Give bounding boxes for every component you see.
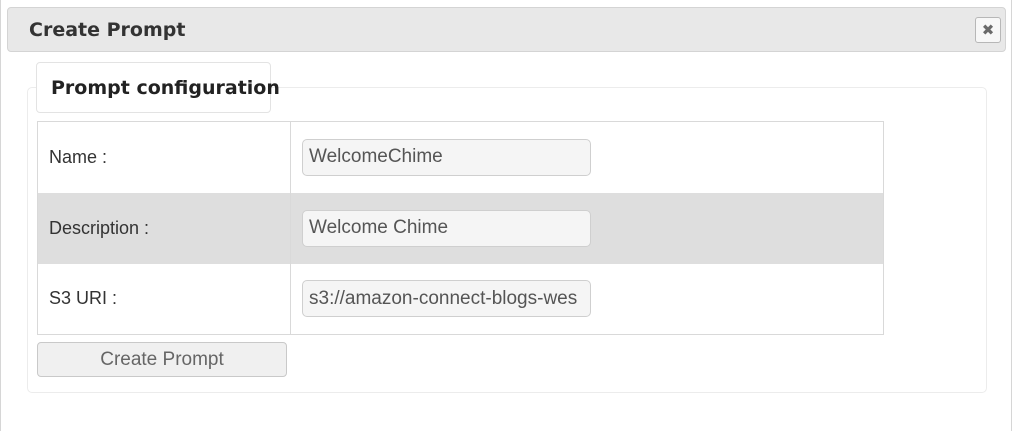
close-button[interactable]: ✖ [975,17,1001,43]
s3-uri-label: S3 URI : [37,263,291,335]
s3-uri-field[interactable] [302,280,591,318]
close-icon: ✖ [981,20,995,39]
name-label: Name : [37,121,291,193]
dialog-titlebar: Create Prompt ✖ [7,7,1006,52]
description-field[interactable] [302,209,591,247]
description-label: Description : [37,192,291,264]
tab-prompt-configuration[interactable]: Prompt configuration [36,62,280,113]
prompt-form-table: Name : Description : S3 URI : [37,121,884,335]
form-row-name: Name : [37,121,884,193]
create-prompt-button[interactable]: Create Prompt [37,342,287,377]
create-prompt-dialog: Create Prompt ✖ Prompt configuration Nam… [0,0,1012,431]
dialog-title: Create Prompt [29,19,186,41]
form-row-s3-uri: S3 URI : [37,263,884,335]
name-field[interactable] [302,138,591,176]
tab-label: Prompt configuration [51,77,280,99]
form-row-description: Description : [37,192,884,264]
